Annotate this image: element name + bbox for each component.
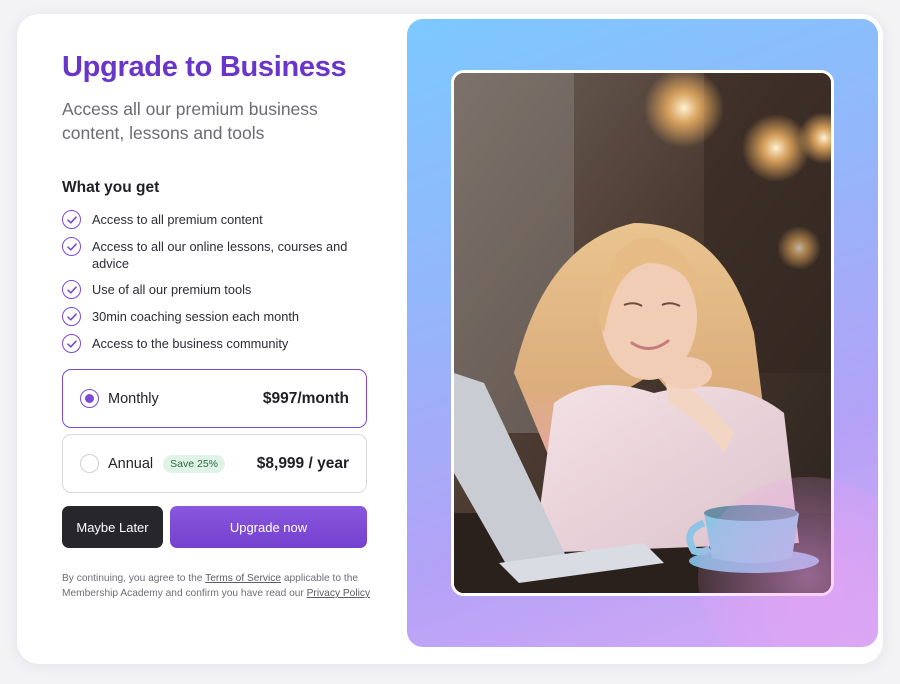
page-subtitle: Access all our premium business content,…: [62, 99, 318, 143]
benefit-item: Access to all our online lessons, course…: [62, 237, 368, 272]
maybe-later-button[interactable]: Maybe Later: [62, 506, 163, 548]
benefit-label: Use of all our premium tools: [92, 282, 252, 297]
radio-dot: [85, 394, 94, 403]
plan-option-annual[interactable]: Annual Save 25% $8,999 / year: [62, 434, 367, 493]
woman-with-laptop-illustration: [454, 73, 831, 593]
check-circle-icon: [62, 307, 81, 326]
privacy-policy-link[interactable]: Privacy Policy: [307, 588, 370, 599]
plan-name: Annual: [108, 455, 154, 472]
benefits-heading: What you get: [62, 179, 160, 196]
check-circle-icon: [62, 237, 81, 256]
benefit-label: 30min coaching session each month: [92, 309, 300, 324]
terms-of-service-link[interactable]: Terms of Service: [205, 573, 281, 584]
upgrade-now-button[interactable]: Upgrade now: [170, 506, 367, 548]
radio-button-selected[interactable]: [80, 389, 99, 408]
page-title: Upgrade to Business: [62, 51, 347, 83]
benefits-list: Access to all premium content Access to …: [62, 210, 368, 353]
benefit-item: Use of all our premium tools: [62, 280, 368, 299]
plan-option-monthly[interactable]: Monthly $997/month: [62, 369, 367, 428]
benefit-label: Access to all our online lessons, course…: [92, 239, 348, 271]
plan-price: $8,999 / year: [256, 454, 349, 472]
benefit-item: Access to the business community: [62, 334, 368, 353]
check-circle-icon: [62, 210, 81, 229]
plan-name: Monthly: [108, 390, 159, 407]
check-circle-icon: [62, 280, 81, 299]
legal-notice: By continuing, you agree to the Terms of…: [62, 571, 372, 601]
benefit-label: Access to all premium content: [92, 212, 263, 227]
check-circle-icon: [62, 334, 81, 353]
benefit-label: Access to the business community: [92, 336, 289, 351]
benefit-item: Access to all premium content: [62, 210, 368, 229]
radio-button[interactable]: [80, 454, 99, 473]
upgrade-content: Upgrade to Business Access all our premi…: [62, 50, 368, 362]
plan-price: $997/month: [262, 389, 349, 407]
upgrade-dialog: Upgrade to Business Access all our premi…: [17, 14, 883, 664]
action-buttons: Maybe Later Upgrade now: [62, 506, 367, 548]
benefit-item: 30min coaching session each month: [62, 307, 368, 326]
hero-panel: [407, 19, 878, 647]
savings-badge: Save 25%: [163, 454, 226, 473]
hero-photo: [451, 70, 834, 596]
legal-prefix: By continuing, you agree to the: [62, 573, 203, 584]
